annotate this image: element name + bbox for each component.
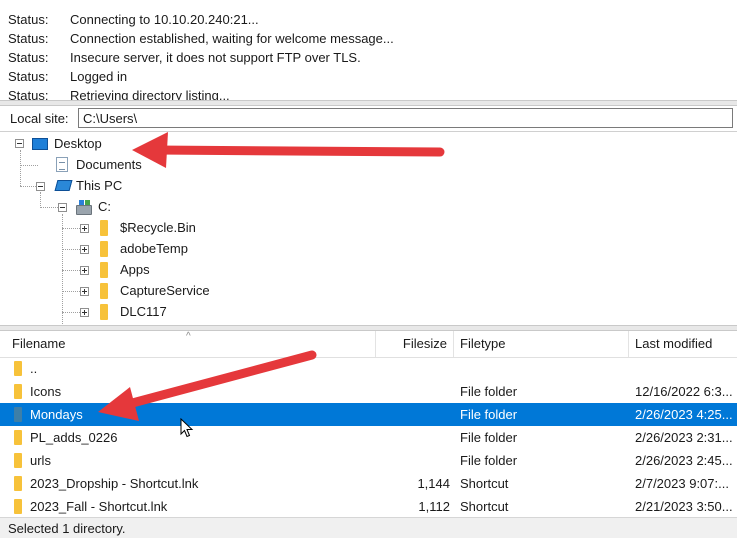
folder-icon [14,430,22,445]
file-name: Mondays [30,407,83,422]
folder-icon [100,283,108,299]
file-row[interactable]: 2023_Fall - Shortcut.lnk 1,112 Shortcut … [0,495,737,517]
local-site-bar: Local site: [0,107,737,132]
expand-icon[interactable] [80,224,89,233]
file-row[interactable]: PL_adds_0226 File folder 2/26/2023 2:31.… [0,426,737,449]
folder-icon [100,241,108,257]
log-entry: Status: Connection established, waiting f… [8,31,394,46]
tree-node-label: Documents [76,157,142,172]
local-site-label: Local site: [10,111,69,126]
message-log[interactable]: Status: Connecting to 10.10.20.240:21... … [0,0,737,100]
column-header-filetype[interactable]: Filetype [454,331,629,357]
folder-icon [14,453,22,468]
drive-icon [76,200,92,215]
file-list-header: ^ Filename Filesize Filetype Last modifi… [0,331,737,358]
file-row[interactable]: urls File folder 2/26/2023 2:45... [0,449,737,472]
file-size: 1,112 [418,499,450,514]
tree-node-label: Desktop [54,136,102,151]
file-type: Shortcut [460,476,509,491]
column-header-filename[interactable]: Filename [0,331,376,357]
log-entry: Status: Logged in [8,69,128,84]
collapse-icon[interactable] [58,203,67,212]
file-size: 1,144 [417,476,450,491]
collapse-icon[interactable] [15,139,24,148]
file-row[interactable]: 2023_Dropship - Shortcut.lnk 1,144 Short… [0,472,737,495]
tree-node-label: C: [98,199,111,214]
file-name: PL_adds_0226 [30,430,118,445]
log-entry: Status: Connecting to 10.10.20.240:21... [8,12,259,27]
file-name: urls [30,453,51,468]
file-modified: 2/21/2023 3:50... [635,499,733,514]
folder-icon [14,361,22,376]
file-row-selected[interactable]: Mondays File folder 2/26/2023 4:25... [0,403,737,426]
column-header-filesize[interactable]: Filesize [376,331,454,357]
column-header-last-modified[interactable]: Last modified [629,331,737,357]
tree-node-label: DLC117 [120,304,167,319]
local-file-list[interactable]: ^ Filename Filesize Filetype Last modifi… [0,331,737,517]
file-row-parent[interactable]: .. [0,357,737,380]
file-modified: 2/7/2023 9:07:... [635,476,729,491]
collapse-icon[interactable] [36,182,45,191]
file-row[interactable]: Icons File folder 12/16/2022 6:3... [0,380,737,403]
desktop-icon [32,138,48,150]
folder-icon [100,304,108,320]
folder-icon [100,262,108,278]
file-name: Icons [30,384,62,399]
shortcut-icon [14,476,22,491]
file-modified: 2/26/2023 2:31... [635,430,733,445]
file-modified: 12/16/2022 6:3... [635,384,733,399]
folder-icon [100,220,108,236]
file-modified: 2/26/2023 2:45... [635,453,733,468]
expand-icon[interactable] [80,308,89,317]
status-bar: Selected 1 directory. [0,517,737,538]
splitter[interactable] [0,100,737,106]
file-type: File folder [460,407,518,422]
tree-node-label: adobeTemp [120,241,188,256]
file-name: 2023_Dropship - Shortcut.lnk [30,476,199,491]
log-entry: Status: Retrieving directory listing... [8,88,230,100]
file-name: 2023_Fall - Shortcut.lnk [30,499,168,514]
file-type: File folder [460,453,518,468]
tree-node-label: CaptureService [120,283,210,298]
file-modified: 2/26/2023 4:25... [635,407,733,422]
file-type: Shortcut [460,499,509,514]
expand-icon[interactable] [80,287,89,296]
document-icon [56,157,68,172]
folder-icon [14,407,22,422]
expand-icon[interactable] [80,266,89,275]
mouse-cursor-icon [180,418,194,438]
tree-node-label: $Recycle.Bin [120,220,196,235]
file-name: .. [30,361,38,376]
tree-node-label: Apps [120,262,150,277]
log-entry: Status: Insecure server, it does not supp… [8,50,361,65]
computer-icon [54,180,73,191]
file-type: File folder [460,430,518,445]
expand-icon[interactable] [80,245,89,254]
local-directory-tree[interactable]: Desktop Documents This PC C: $Recycle.Bi… [0,132,737,325]
file-type: File folder [460,384,518,399]
shortcut-icon [14,499,22,514]
folder-icon [14,384,22,399]
tree-node-label: This PC [76,178,123,193]
local-site-input[interactable] [78,108,733,128]
